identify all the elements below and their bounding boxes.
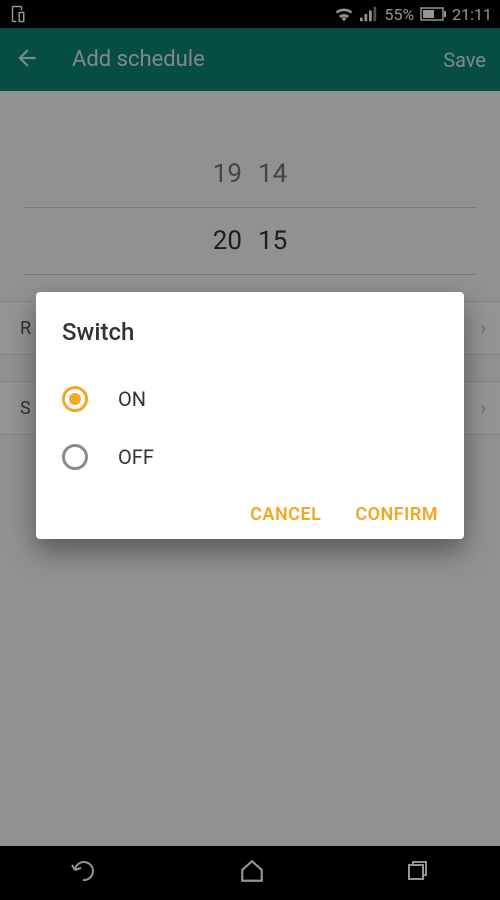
radio-unselected-icon: [62, 444, 88, 470]
dialog-title: Switch: [62, 318, 438, 346]
confirm-button[interactable]: CONFIRM: [355, 504, 438, 525]
radio-option-on[interactable]: ON: [62, 370, 438, 428]
radio-selected-icon: [62, 386, 88, 412]
switch-dialog: Switch ON OFF CANCEL CONFIRM: [36, 292, 464, 539]
radio-label: ON: [118, 387, 146, 411]
radio-label: OFF: [118, 445, 154, 469]
cancel-button[interactable]: CANCEL: [250, 504, 321, 525]
radio-option-off[interactable]: OFF: [62, 428, 438, 486]
